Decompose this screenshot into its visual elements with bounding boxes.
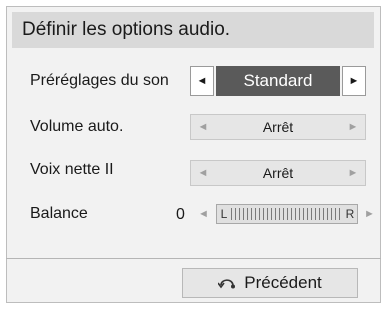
balance-ticks xyxy=(231,208,343,220)
sound-preset-selector[interactable]: ◄ Standard ► xyxy=(190,66,366,96)
divider xyxy=(6,258,381,259)
auto-volume-value: Arrêt xyxy=(262,119,294,135)
balance-label: Balance xyxy=(30,205,88,222)
left-arrow-icon[interactable]: ◄ xyxy=(191,115,215,139)
balance-right-label: R xyxy=(345,207,355,221)
right-arrow-icon[interactable]: ► xyxy=(341,115,365,139)
left-arrow-icon[interactable]: ◄ xyxy=(191,161,215,185)
back-button[interactable]: Précédent xyxy=(182,268,358,298)
clear-voice-value: Arrêt xyxy=(262,165,294,181)
page-title: Définir les options audio. xyxy=(12,12,374,48)
clear-voice-selector[interactable]: ◄ Arrêt ► xyxy=(190,160,366,186)
back-arrow-icon xyxy=(218,279,236,289)
left-arrow-icon[interactable]: ◄ xyxy=(198,208,209,220)
right-arrow-icon[interactable]: ► xyxy=(342,66,366,96)
right-arrow-icon[interactable]: ► xyxy=(341,161,365,185)
balance-left-label: L xyxy=(220,207,228,221)
balance-slider[interactable]: L R xyxy=(216,204,358,224)
sound-preset-value: Standard xyxy=(216,66,340,96)
right-arrow-icon[interactable]: ► xyxy=(364,208,375,220)
auto-volume-selector[interactable]: ◄ Arrêt ► xyxy=(190,114,366,140)
balance-value: 0 xyxy=(176,206,185,223)
clear-voice-label: Voix nette II xyxy=(30,161,114,178)
left-arrow-icon[interactable]: ◄ xyxy=(190,66,214,96)
auto-volume-label: Volume auto. xyxy=(30,118,124,135)
back-button-label: Précédent xyxy=(244,273,322,292)
sound-preset-label: Préréglages du son xyxy=(30,72,169,89)
